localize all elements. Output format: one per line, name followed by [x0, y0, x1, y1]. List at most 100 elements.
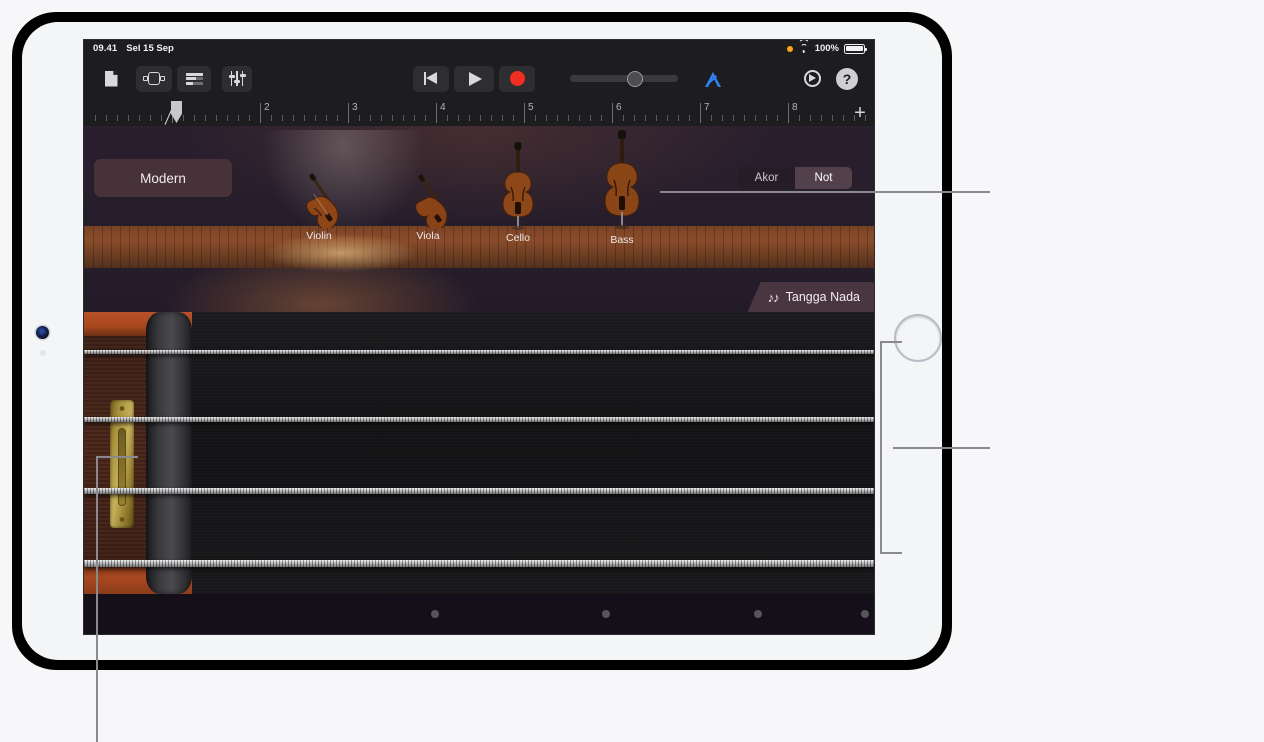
ruler-beat-tick — [744, 115, 745, 121]
position-dot — [861, 610, 869, 618]
ruler-bar-tick — [612, 103, 613, 123]
ruler-beat-tick — [502, 115, 503, 121]
add-section-button[interactable]: + — [850, 103, 870, 123]
document-glyph — [105, 71, 118, 87]
mixer-icon[interactable] — [222, 65, 252, 92]
record-button[interactable] — [499, 65, 535, 92]
screenshot-root: 09.41 Sel 15 Sep 100% ? 2 3 4 5 6 7 8 + … — [0, 0, 1264, 742]
ruler-beat-tick — [623, 115, 624, 121]
string-1[interactable] — [84, 350, 874, 354]
rewind-button[interactable] — [413, 65, 449, 92]
fretboard-surface[interactable] — [192, 312, 874, 594]
record-glyph — [509, 71, 525, 86]
ruler-beat-tick — [227, 115, 228, 121]
ruler-beat-tick — [777, 115, 778, 121]
loop-icon[interactable] — [136, 65, 172, 92]
scale-button[interactable]: ♪♪ Tangga Nada — [747, 282, 874, 312]
ruler-beat-tick — [722, 115, 723, 121]
callout-tuning-plate-h — [96, 456, 138, 458]
microphone-indicator-icon — [786, 45, 793, 52]
cello-icon — [502, 142, 534, 230]
ruler-beat-tick — [601, 115, 602, 121]
ruler-bar-number: 5 — [528, 102, 534, 113]
metronome-glyph — [704, 71, 722, 87]
ruler-beat-tick — [766, 115, 767, 121]
ruler-beat-tick — [238, 115, 239, 121]
ruler-beat-tick — [293, 115, 294, 121]
wifi-icon — [798, 44, 810, 53]
string-fretboard[interactable] — [84, 312, 874, 634]
string-4[interactable] — [84, 560, 874, 567]
front-camera-icon — [36, 326, 49, 339]
ruler-beat-tick — [161, 115, 162, 121]
ruler-beat-tick — [326, 115, 327, 121]
ruler-beat-tick — [535, 115, 536, 121]
ruler-beat-tick — [810, 115, 811, 121]
master-volume-slider[interactable] — [570, 70, 678, 87]
instrument-label-cello: Cello — [506, 232, 530, 244]
instrument-label-bass: Bass — [610, 234, 634, 246]
track-view-icon[interactable] — [177, 65, 211, 92]
transport-controls — [413, 65, 535, 92]
ruler-bar-number: 7 — [704, 102, 710, 113]
ruler-bar-tick — [700, 103, 701, 123]
ruler-beat-tick — [403, 115, 404, 121]
ruler-beat-tick — [590, 115, 591, 121]
instrument-label-viola: Viola — [416, 230, 440, 242]
string-2[interactable] — [84, 417, 874, 422]
timeline-ruler[interactable]: 12345678 + — [84, 100, 874, 126]
ruler-beat-tick — [95, 115, 96, 121]
ruler-beat-tick — [755, 115, 756, 121]
instrument-label-violin: Violin — [306, 230, 332, 242]
battery-icon — [844, 43, 867, 54]
viola-icon — [415, 174, 448, 228]
ruler-beat-tick — [194, 115, 195, 121]
rewind-glyph — [423, 72, 439, 85]
ruler-beat-tick — [667, 115, 668, 121]
loop-glyph — [143, 72, 165, 85]
ruler-beat-tick — [469, 115, 470, 121]
battery-percent: 100% — [814, 43, 839, 54]
document-icon[interactable] — [96, 66, 126, 92]
ruler-beat-tick — [106, 115, 107, 121]
ruler-beat-tick — [117, 115, 118, 121]
ruler-beat-tick — [183, 115, 184, 121]
position-dot — [431, 610, 439, 618]
track-view-glyph — [185, 72, 203, 85]
ruler-beat-tick — [634, 115, 635, 121]
help-button[interactable]: ? — [836, 67, 858, 90]
ruler-bar-tick — [436, 103, 437, 123]
gear-icon[interactable] — [797, 66, 827, 92]
position-dot — [602, 610, 610, 618]
ruler-beat-tick — [370, 115, 371, 121]
volume-slider-knob[interactable] — [626, 70, 643, 87]
instrument-viola[interactable]: Viola — [398, 174, 458, 242]
ruler-bar-number: 4 — [440, 102, 446, 113]
app-screen: 09.41 Sel 15 Sep 100% ? 2 3 4 5 6 7 8 + … — [84, 40, 874, 634]
ruler-beat-tick — [425, 115, 426, 121]
play-button[interactable] — [454, 65, 494, 92]
ruler-beat-tick — [337, 115, 338, 121]
ruler-beat-tick — [557, 115, 558, 121]
ruler-beat-tick — [843, 115, 844, 121]
ruler-beat-tick — [392, 115, 393, 121]
scale-button-label: Tangga Nada — [785, 290, 860, 304]
ruler-beat-tick — [821, 115, 822, 121]
status-bar: 09.41 Sel 15 Sep 100% — [84, 40, 874, 57]
ruler-beat-tick — [315, 115, 316, 121]
ruler-bar-tick — [348, 103, 349, 123]
instrument-bass[interactable]: Bass — [598, 130, 646, 246]
instrument-violin[interactable]: Violin — [288, 172, 350, 242]
ruler-beat-tick — [711, 115, 712, 121]
metronome-icon[interactable] — [698, 66, 728, 92]
ruler-bar-tick — [788, 103, 789, 123]
instrument-cello[interactable]: Cello — [497, 142, 539, 244]
ruler-beat-tick — [546, 115, 547, 121]
ruler-beat-tick — [458, 115, 459, 121]
fretboard-nut — [146, 312, 192, 594]
position-dot — [754, 610, 762, 618]
callout-instrument-selector — [660, 191, 990, 193]
callout-tuning-plate-v — [96, 456, 98, 742]
brass-plate-slot — [118, 428, 126, 506]
string-3[interactable] — [84, 488, 874, 494]
